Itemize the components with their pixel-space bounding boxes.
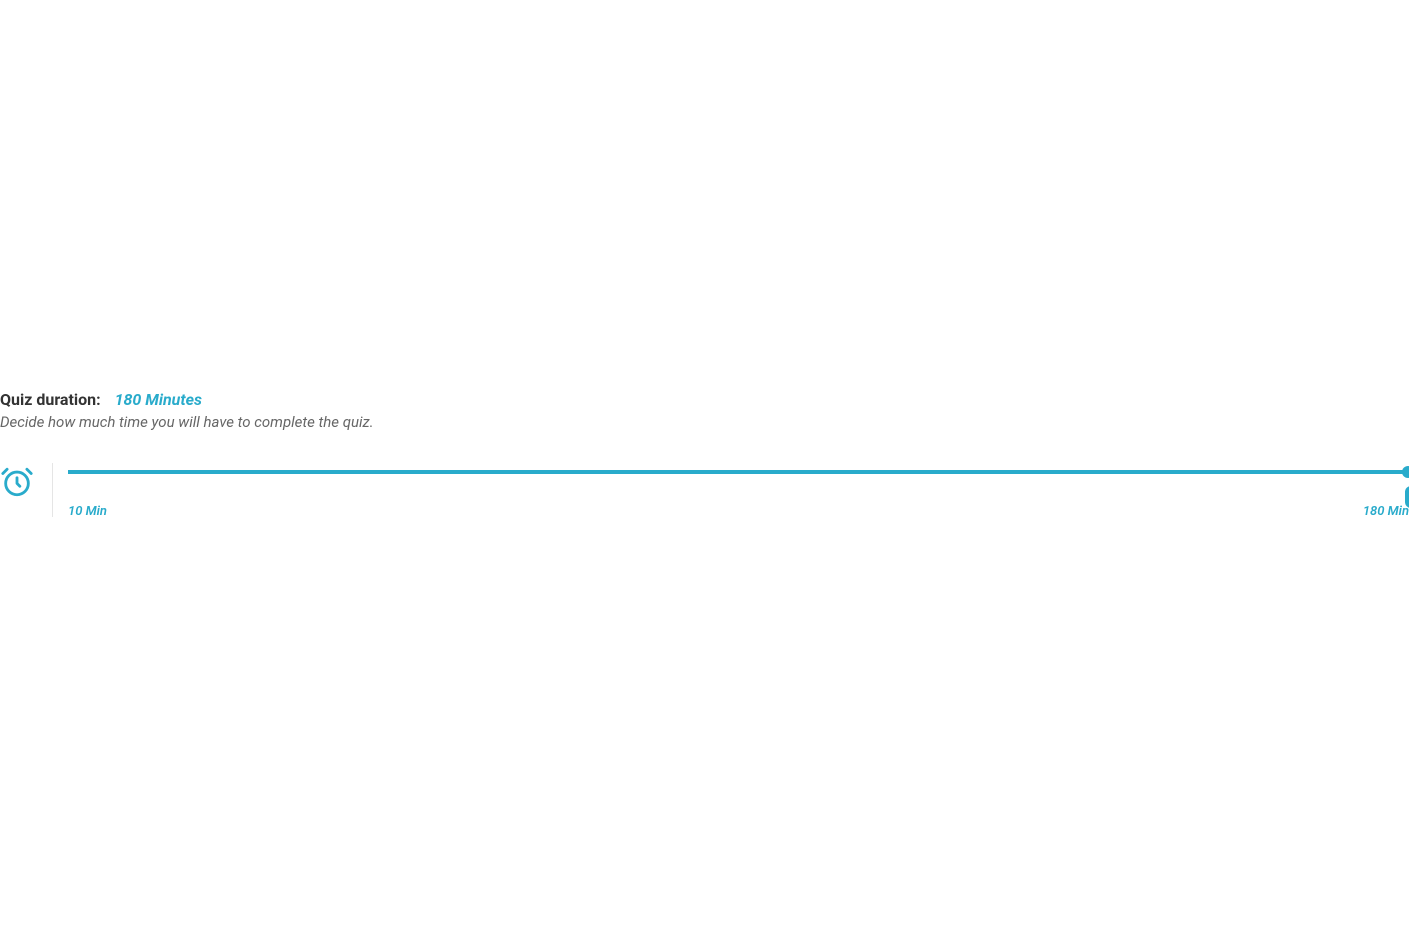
duration-description: Decide how much time you will have to co… <box>0 413 1409 431</box>
duration-header: Quiz duration: 180 Minutes <box>0 390 1409 409</box>
duration-label: Quiz duration: <box>0 390 101 409</box>
slider-max-label: 180 Min <box>1363 504 1409 519</box>
duration-slider[interactable]: 10 Min 180 Min <box>68 465 1409 519</box>
clock-icon-wrap <box>0 465 34 503</box>
slider-track[interactable] <box>68 470 1409 474</box>
slider-divider <box>52 463 53 517</box>
alarm-clock-icon <box>0 465 34 499</box>
slider-thumb[interactable] <box>1402 466 1409 478</box>
slider-labels: 10 Min 180 Min <box>68 504 1409 519</box>
quiz-duration-section: Quiz duration: 180 Minutes Decide how mu… <box>0 390 1409 519</box>
duration-value: 180 Minutes <box>115 390 202 409</box>
slider-tooltip[interactable] <box>1405 486 1409 508</box>
slider-min-label: 10 Min <box>68 504 107 519</box>
duration-slider-row: 10 Min 180 Min <box>0 465 1409 519</box>
